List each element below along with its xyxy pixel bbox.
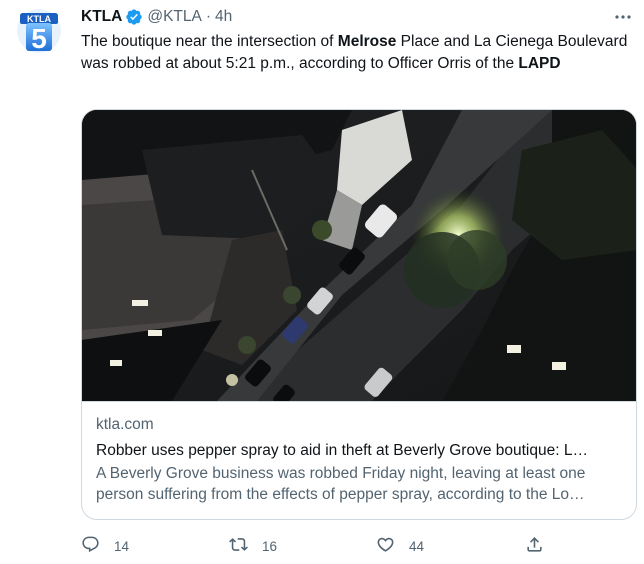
share-button[interactable] xyxy=(525,532,544,560)
reply-button[interactable]: 14 xyxy=(81,532,129,560)
card-domain: ktla.com xyxy=(96,416,154,433)
link-card[interactable]: ktla.com Robber uses pepper spray to aid… xyxy=(81,109,637,520)
heart-icon xyxy=(376,535,395,557)
timestamp[interactable]: 4h xyxy=(215,8,232,26)
share-icon xyxy=(525,535,544,557)
hashtag-lapd: LAPD xyxy=(518,55,561,72)
card-description: A Beverly Grove business was robbed Frid… xyxy=(96,465,586,503)
ktla-logo: KTLA 5 xyxy=(14,6,64,56)
action-bar: 14 16 44 xyxy=(81,532,581,560)
card-title: Robber uses pepper spray to aid in theft… xyxy=(96,442,588,459)
display-name[interactable]: KTLA xyxy=(81,8,122,26)
handle[interactable]: @KTLA xyxy=(147,8,202,26)
verified-badge-icon xyxy=(125,8,143,26)
like-button[interactable]: 44 xyxy=(376,532,424,560)
card-image xyxy=(82,110,636,401)
tweet-text: The boutique near the intersection of Me… xyxy=(81,31,637,75)
tweet-header: KTLA @KTLA · 4h xyxy=(81,6,232,28)
reply-count: 14 xyxy=(114,538,130,554)
retweet-button[interactable]: 16 xyxy=(229,532,277,560)
separator: · xyxy=(205,8,211,25)
reply-icon xyxy=(81,535,100,557)
card-divider xyxy=(82,401,636,402)
text-segment: The boutique near the intersection of xyxy=(81,33,338,50)
avatar[interactable]: KTLA 5 xyxy=(14,6,64,56)
like-count: 44 xyxy=(409,538,425,554)
logo-number: 5 xyxy=(31,23,47,54)
hashtag-melrose: Melrose xyxy=(337,33,397,50)
retweet-icon xyxy=(229,535,248,557)
retweet-count: 16 xyxy=(262,538,278,554)
more-icon[interactable] xyxy=(612,6,634,28)
